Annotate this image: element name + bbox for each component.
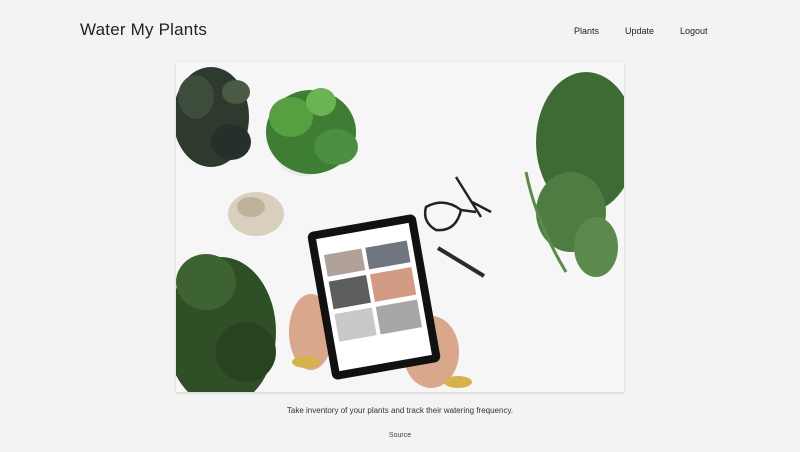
shell-decor — [228, 192, 284, 236]
hero-illustration — [176, 62, 624, 392]
site-title: Water My Plants — [80, 20, 208, 39]
nav-link-logout[interactable]: Logout — [680, 26, 708, 36]
nav-link-plants[interactable]: Plants — [574, 26, 599, 36]
hero-caption: Take inventory of your plants and track … — [286, 406, 514, 415]
site-header: Water My Plants Plants Update Logout — [0, 0, 800, 62]
bracelet-right — [444, 376, 472, 388]
nav-link-update[interactable]: Update — [625, 26, 654, 36]
bracelet-left — [292, 356, 320, 368]
hero-image — [176, 62, 624, 392]
dark-plant-top-left — [176, 67, 251, 167]
source-link[interactable]: Source — [0, 432, 800, 439]
